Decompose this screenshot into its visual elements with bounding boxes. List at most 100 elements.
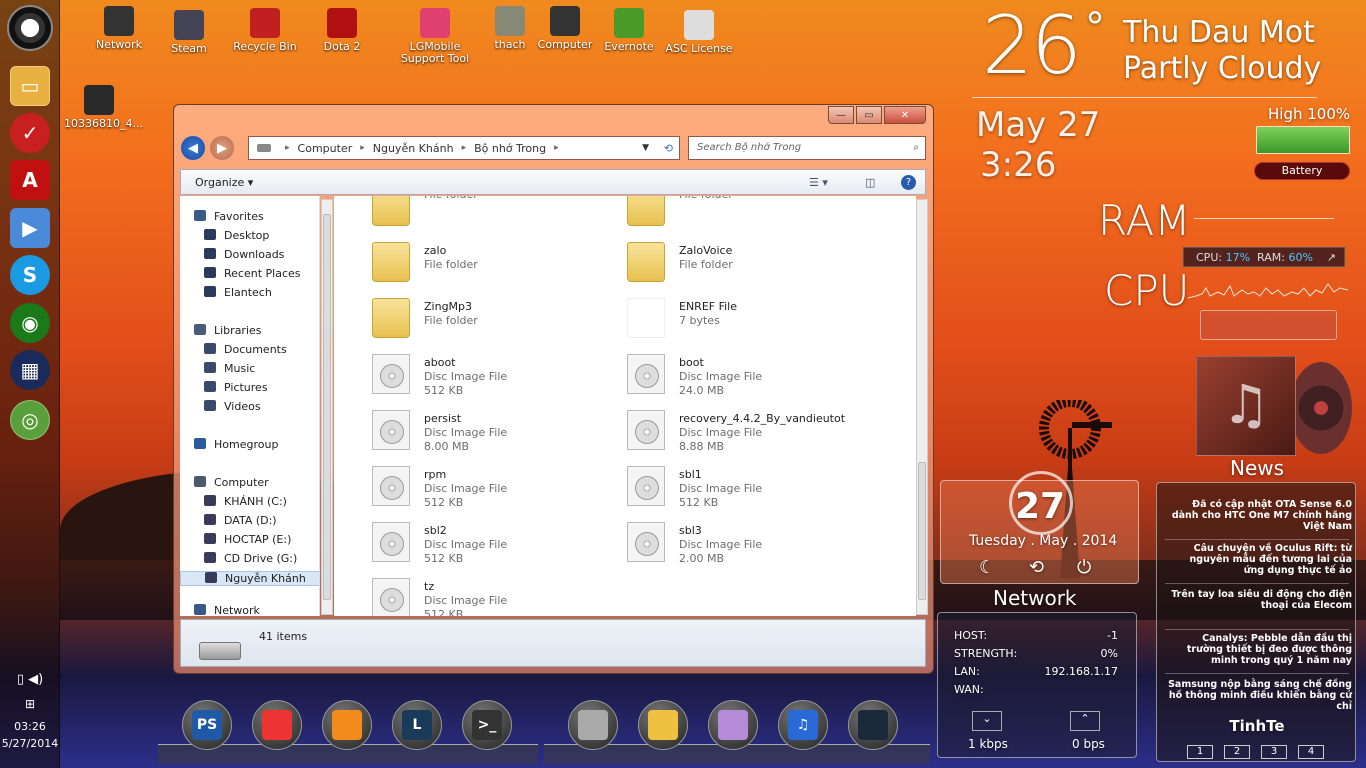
dock-item[interactable] — [568, 700, 618, 750]
nav-drive-item[interactable]: HOCTAP (E:) — [204, 533, 291, 546]
nav-fav-item[interactable]: Downloads — [204, 248, 284, 261]
preview-pane-icon[interactable]: ◫ — [865, 176, 875, 189]
breadcrumb-0[interactable]: Computer — [298, 142, 353, 155]
desktop-icon-4[interactable]: LGMobile Support Tool — [400, 8, 470, 65]
restart-icon[interactable]: ⟲ — [1029, 557, 1044, 578]
desktop-icon-9[interactable]: 10336810_4... — [64, 85, 143, 130]
file-item[interactable]: File folder — [627, 196, 877, 230]
forward-button[interactable]: ▶ — [210, 136, 234, 160]
search-input[interactable]: Search Bộ nhớ Trong ⌕ — [688, 136, 926, 160]
dock-item[interactable]: L — [392, 700, 442, 750]
nav-fav-item[interactable]: Elantech — [204, 286, 272, 299]
dock-item[interactable]: PS — [182, 700, 232, 750]
file-item[interactable]: ENREF File 7 bytes — [627, 294, 877, 342]
file-item[interactable]: boot Disc Image File 24.0 MB — [627, 350, 877, 398]
desktop-icon-8[interactable]: ASC License — [664, 10, 734, 55]
nav-drive-item[interactable]: Nguyễn Khánh — [180, 571, 319, 586]
app-taskbar-icon[interactable]: ✓ — [10, 113, 50, 153]
nav-favorites[interactable]: Favorites — [194, 210, 264, 223]
file-item[interactable]: ZaloVoice File folder — [627, 238, 877, 286]
nav-homegroup[interactable]: Homegroup — [194, 438, 278, 451]
app4-taskbar-icon[interactable]: ◎ — [10, 400, 50, 440]
address-dropdown-icon[interactable]: ▼ — [642, 143, 649, 153]
nav-lib-item[interactable]: Pictures — [204, 381, 268, 394]
nav-drive-item[interactable]: CD Drive (G:) — [204, 552, 297, 565]
desktop-icon-6[interactable]: Computer — [530, 6, 600, 51]
news-item[interactable]: Trên tay loa siêu di động cho điện thoại… — [1167, 589, 1352, 611]
news-item[interactable]: Samsung nộp bằng sáng chế đồng hồ thông … — [1167, 679, 1352, 712]
breadcrumb-1[interactable]: Nguyễn Khánh — [373, 142, 454, 155]
organize-button[interactable]: Organize ▾ — [195, 176, 253, 189]
news-item[interactable]: Canalys: Pebble dẫn đầu thị trường thiết… — [1167, 633, 1352, 666]
media-player-taskbar-icon[interactable]: ▶ — [10, 208, 50, 248]
dock-item[interactable] — [252, 700, 302, 750]
file-item[interactable]: zalo File folder — [372, 238, 622, 286]
file-item[interactable]: rpm Disc Image File 512 KB — [372, 462, 622, 510]
dock-item[interactable] — [708, 700, 758, 750]
nav-drive-item[interactable]: KHÁNH (C:) — [204, 495, 287, 508]
power-icon[interactable]: ⏻ — [1077, 557, 1091, 578]
desktop-icon-0[interactable]: Network — [84, 6, 154, 51]
acrobat-taskbar-icon[interactable]: A — [10, 160, 50, 200]
nav-lib-item[interactable]: Documents — [204, 343, 287, 356]
file-item[interactable]: sbl2 Disc Image File 512 KB — [372, 518, 622, 566]
nav-fav-item[interactable]: Desktop — [204, 229, 269, 242]
clock-date[interactable]: 5/27/2014 — [0, 737, 60, 750]
dock-item[interactable] — [848, 700, 898, 750]
skype-taskbar-icon[interactable]: S — [10, 255, 50, 295]
file-item[interactable]: sbl3 Disc Image File 2.00 MB — [627, 518, 877, 566]
file-item[interactable]: persist Disc Image File 8.00 MB — [372, 406, 622, 454]
desktop-icon-7[interactable]: Evernote — [594, 8, 664, 53]
nav-computer[interactable]: Computer — [194, 476, 269, 489]
content-scrollbar[interactable] — [916, 199, 928, 615]
file-item[interactable]: sbl1 Disc Image File 512 KB — [627, 462, 877, 510]
file-item[interactable]: recovery_4.4.2_By_vandieutot Disc Image F… — [627, 406, 877, 454]
network-tray-icon[interactable]: ⊞ — [0, 697, 60, 711]
news-page-button[interactable]: 2 — [1224, 745, 1250, 759]
upload-arrow-icon[interactable]: ⌃ — [1070, 711, 1100, 731]
view-options-icon[interactable]: ☰ ▾ — [809, 176, 828, 189]
nav-scrollbar[interactable] — [321, 199, 333, 615]
dock-item[interactable]: ♫ — [778, 700, 828, 750]
nav-network[interactable]: Network — [194, 604, 260, 616]
app2-taskbar-icon[interactable]: ◉ — [10, 303, 50, 343]
download-arrow-icon[interactable]: ⌄ — [972, 711, 1002, 731]
file-item[interactable]: tz Disc Image File 512 KB — [372, 574, 622, 616]
clock-time[interactable]: 03:26 — [0, 720, 60, 733]
news-page-button[interactable]: 4 — [1298, 745, 1324, 759]
explorer-taskbar-icon[interactable]: ▭ — [10, 66, 50, 106]
battery-button[interactable]: Battery — [1254, 162, 1350, 180]
nav-drive-item[interactable]: DATA (D:) — [204, 514, 277, 527]
file-item[interactable]: aboot Disc Image File 512 KB — [372, 350, 622, 398]
dock-item[interactable] — [638, 700, 688, 750]
sleep-icon[interactable]: ☾ — [979, 557, 995, 578]
news-page-button[interactable]: 3 — [1261, 745, 1287, 759]
address-bar[interactable]: ▸ Computer ▸ Nguyễn Khánh ▸ Bộ nhớ Trong ▸ … — [248, 136, 680, 160]
nav-libraries[interactable]: Libraries — [194, 324, 262, 337]
desktop-icon-1[interactable]: Steam — [154, 10, 224, 55]
file-item[interactable]: File folder — [372, 196, 622, 230]
news-item[interactable]: Đã có cập nhật OTA Sense 6.0 dành cho HT… — [1167, 499, 1352, 532]
tray-icons[interactable]: ▯ ◀) — [0, 672, 60, 687]
breadcrumb-2[interactable]: Bộ nhớ Trong — [474, 142, 546, 155]
close-button[interactable]: ✕ — [884, 106, 926, 124]
app3-taskbar-icon[interactable]: ▦ — [10, 350, 50, 390]
minimize-button[interactable]: — — [828, 106, 854, 124]
nav-lib-item[interactable]: Music — [204, 362, 255, 375]
refresh-icon[interactable]: ⟲ — [664, 142, 673, 155]
file-item[interactable]: ZingMp3 File folder — [372, 294, 622, 342]
desktop-icon-2[interactable]: Recycle Bin — [230, 8, 300, 53]
start-orb-icon[interactable] — [7, 5, 53, 51]
news-page-button[interactable]: 1 — [1187, 745, 1213, 759]
music-note-icon[interactable]: ♫ — [1196, 356, 1296, 456]
dock-item[interactable]: >_ — [462, 700, 512, 750]
nav-lib-item[interactable]: Videos — [204, 400, 261, 413]
dock-item[interactable] — [322, 700, 372, 750]
nav-fav-item[interactable]: Recent Places — [204, 267, 301, 280]
desktop-icon-3[interactable]: Dota 2 — [307, 8, 377, 53]
back-button[interactable]: ◀ — [181, 136, 205, 160]
maximize-button[interactable]: ▭ — [856, 106, 882, 124]
news-item[interactable]: Câu chuyện về Oculus Rift: từ nguyên mẫu… — [1167, 543, 1352, 576]
expand-icon[interactable]: ↗ — [1327, 251, 1336, 264]
help-icon[interactable]: ? — [901, 174, 916, 190]
